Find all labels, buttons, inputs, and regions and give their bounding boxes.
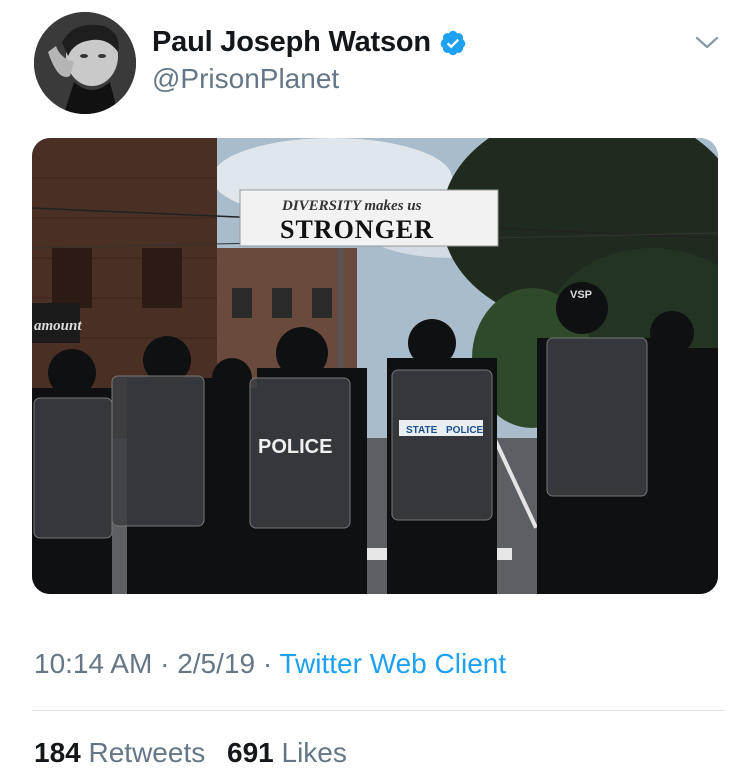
retweets-stat[interactable]: 184 Retweets <box>34 737 205 768</box>
banner-line1: DIVERSITY makes us <box>281 198 422 214</box>
likes-count: 691 <box>227 737 274 768</box>
avatar-photo <box>34 12 136 114</box>
helmet-label: VSP <box>570 289 592 301</box>
tweet-metadata: 10:14 AM · 2/5/19 · Twitter Web Client <box>34 648 506 680</box>
tweet-photo[interactable]: amount DIVERSITY makes us STRONGER POLIC… <box>32 138 718 594</box>
avatar[interactable] <box>34 12 136 114</box>
meta-separator: · <box>262 648 273 679</box>
retweets-label: Retweets <box>88 737 206 768</box>
author-name-row[interactable]: Paul Joseph Watson <box>152 26 467 59</box>
verified-badge-icon <box>440 30 466 55</box>
meta-separator: · <box>160 648 170 679</box>
likes-stat[interactable]: 691 Likes <box>227 737 347 768</box>
tweet-client-link[interactable]: Twitter Web Client <box>279 648 506 679</box>
chevron-down-icon[interactable] <box>694 34 720 52</box>
shield-sub-left: STATE <box>406 425 438 436</box>
tweet-date[interactable]: 2/5/19 <box>177 648 255 679</box>
engagement-stats: 184 Retweets 691 Likes <box>34 737 347 769</box>
divider <box>32 710 726 711</box>
store-sign: amount <box>34 318 82 334</box>
shield-label: POLICE <box>258 436 332 458</box>
likes-label: Likes <box>281 737 347 768</box>
author-name[interactable]: Paul Joseph Watson <box>152 26 431 59</box>
tweet-time[interactable]: 10:14 AM <box>34 648 152 679</box>
retweets-count: 184 <box>34 737 81 768</box>
banner-line2: STRONGER <box>280 215 434 244</box>
author-handle[interactable]: @PrisonPlanet <box>152 63 339 95</box>
photo-image: amount DIVERSITY makes us STRONGER POLIC… <box>32 138 718 594</box>
shield-sub-right: POLICE <box>446 425 484 436</box>
